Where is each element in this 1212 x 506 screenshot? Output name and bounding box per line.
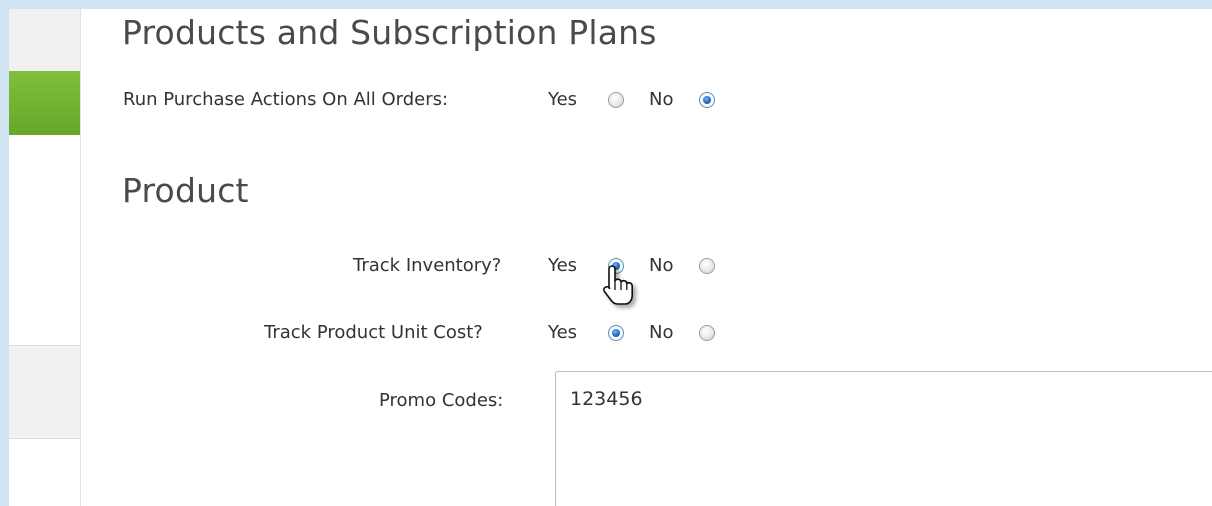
run-purchase-row: Run Purchase Actions On All Orders: Yes … — [81, 89, 781, 119]
track-inventory-no-radio[interactable] — [699, 258, 715, 274]
section-title-products: Products and Subscription Plans — [122, 13, 657, 52]
sidebar-item-active[interactable] — [9, 71, 80, 135]
track-unit-cost-label: Track Product Unit Cost? — [264, 322, 483, 343]
sidebar-item-2[interactable] — [9, 135, 80, 345]
sidebar-item-3[interactable] — [9, 345, 80, 439]
section-title-product: Product — [122, 171, 249, 210]
sidebar-item-1[interactable] — [9, 9, 80, 72]
track-inventory-no-label: No — [649, 255, 674, 276]
sidebar-item-4[interactable] — [9, 439, 80, 506]
run-purchase-yes-radio[interactable] — [608, 92, 624, 108]
sidebar — [9, 9, 81, 506]
promo-codes-textarea[interactable]: 123456 — [555, 371, 1212, 506]
app-frame: Products and Subscription Plans Run Purc… — [9, 9, 1212, 506]
promo-codes-row: Promo Codes: — [81, 390, 551, 420]
track-unit-cost-row: Track Product Unit Cost? Yes No — [81, 322, 781, 352]
main-content: Products and Subscription Plans Run Purc… — [81, 9, 1212, 506]
track-unit-cost-yes-label: Yes — [548, 322, 578, 343]
run-purchase-label: Run Purchase Actions On All Orders: — [123, 89, 449, 110]
hand-pointer-icon — [603, 265, 633, 305]
promo-codes-label: Promo Codes: — [379, 390, 504, 411]
track-inventory-label: Track Inventory? — [353, 255, 502, 276]
run-purchase-no-radio[interactable] — [699, 92, 715, 108]
track-unit-cost-no-radio[interactable] — [699, 325, 715, 341]
track-inventory-row: Track Inventory? Yes No — [81, 255, 781, 285]
track-unit-cost-no-label: No — [649, 322, 674, 343]
run-purchase-yes-label: Yes — [548, 89, 578, 110]
track-unit-cost-yes-radio[interactable] — [608, 325, 624, 341]
run-purchase-no-label: No — [649, 89, 674, 110]
track-inventory-yes-label: Yes — [548, 255, 578, 276]
